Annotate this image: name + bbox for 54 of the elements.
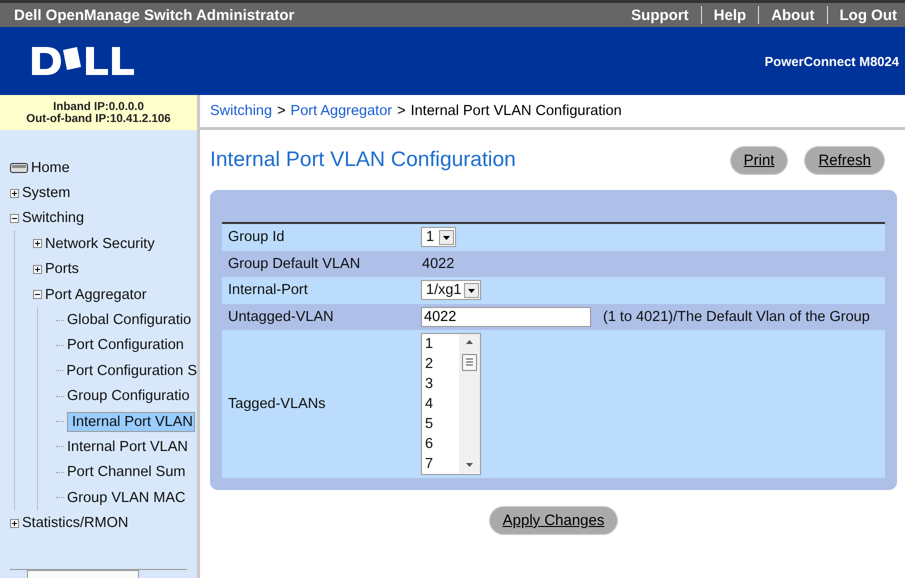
home-icon — [10, 162, 28, 173]
breadcrumb-separator: > — [397, 103, 406, 119]
page-title: Internal Port VLAN Configuration — [210, 148, 516, 172]
range-hint: (1 to 4021)/The Default Vlan of the Group — [603, 308, 870, 325]
sidebar-item[interactable]: Internal Port VLAN — [67, 412, 195, 432]
list-box[interactable]: 1 2 3 4 5 6 7 — [421, 333, 481, 475]
sidebar-item[interactable]: Port Channel Sum — [67, 464, 186, 480]
sidebar-item[interactable]: Network Security — [45, 236, 155, 252]
breadcrumb-current: Internal Port VLAN Configuration — [410, 103, 622, 119]
breadcrumb-separator: > — [277, 103, 286, 119]
field-label: Untagged-VLAN — [227, 308, 335, 325]
horizontal-scrollbar[interactable] — [10, 569, 187, 578]
sidebar-item[interactable]: Home — [31, 160, 70, 176]
expand-icon[interactable] — [10, 518, 19, 528]
sidebar-item[interactable]: Statistics/RMON — [22, 515, 128, 532]
toolbar-button[interactable]: Refresh — [805, 146, 884, 174]
caret-icon[interactable] — [439, 230, 454, 245]
field-label: Internal-Port — [227, 282, 309, 298]
ip-address-text: Inband IP:0.0.0.0 — [53, 100, 144, 112]
sidebar-item[interactable]: Group Configuratio — [67, 388, 190, 404]
collapse-icon[interactable] — [33, 290, 42, 300]
app-title: Dell OpenManage Switch Administrator — [14, 6, 294, 24]
sidebar-item[interactable]: Group VLAN MAC — [67, 490, 186, 506]
apply-changes-button[interactable]: Apply Changes — [490, 507, 618, 534]
field-value: 4022 — [421, 256, 454, 272]
expand-icon[interactable] — [33, 239, 42, 248]
sidebar-item[interactable]: Global Configuratio — [67, 312, 192, 328]
sidebar-item[interactable]: Port Configuration — [67, 337, 184, 354]
field-label: Tagged-VLANs — [227, 396, 327, 412]
field-label: Group Default VLAN — [227, 256, 362, 272]
expand-icon[interactable] — [10, 188, 19, 198]
sidebar-item[interactable]: Switching — [22, 210, 84, 226]
field-label: Group Id — [227, 229, 286, 246]
ip-address-text: Out-of-band IP:10.41.2.106 — [26, 112, 171, 124]
header-link[interactable]: Help — [702, 6, 758, 24]
collapse-icon[interactable] — [10, 214, 19, 223]
header-link[interactable]: Log Out — [828, 6, 897, 24]
header-link[interactable]: Support — [619, 6, 701, 24]
sidebar-item[interactable]: Port Configuration S — [66, 362, 197, 379]
breadcrumb-link[interactable]: Port Aggregator — [290, 103, 392, 119]
vertical-scrollbar[interactable] — [459, 334, 480, 473]
expand-icon[interactable] — [33, 264, 42, 274]
dropdown[interactable]: 1/xg1 — [421, 280, 482, 300]
toolbar-button[interactable]: Print — [730, 146, 788, 174]
breadcrumb-link[interactable]: Switching — [210, 103, 272, 119]
caret-icon[interactable] — [464, 282, 480, 298]
sidebar-item[interactable]: Ports — [45, 261, 79, 278]
sidebar-item[interactable]: Port Aggregator — [45, 286, 147, 303]
sidebar-item[interactable]: System — [22, 185, 70, 202]
header-link[interactable]: About — [759, 6, 827, 24]
input-field[interactable]: 4022 — [421, 306, 591, 327]
product-name: PowerConnect M8024 — [764, 54, 899, 68]
sidebar-item[interactable]: Internal Port VLAN — [67, 438, 188, 455]
dropdown[interactable]: 1 — [421, 227, 456, 248]
